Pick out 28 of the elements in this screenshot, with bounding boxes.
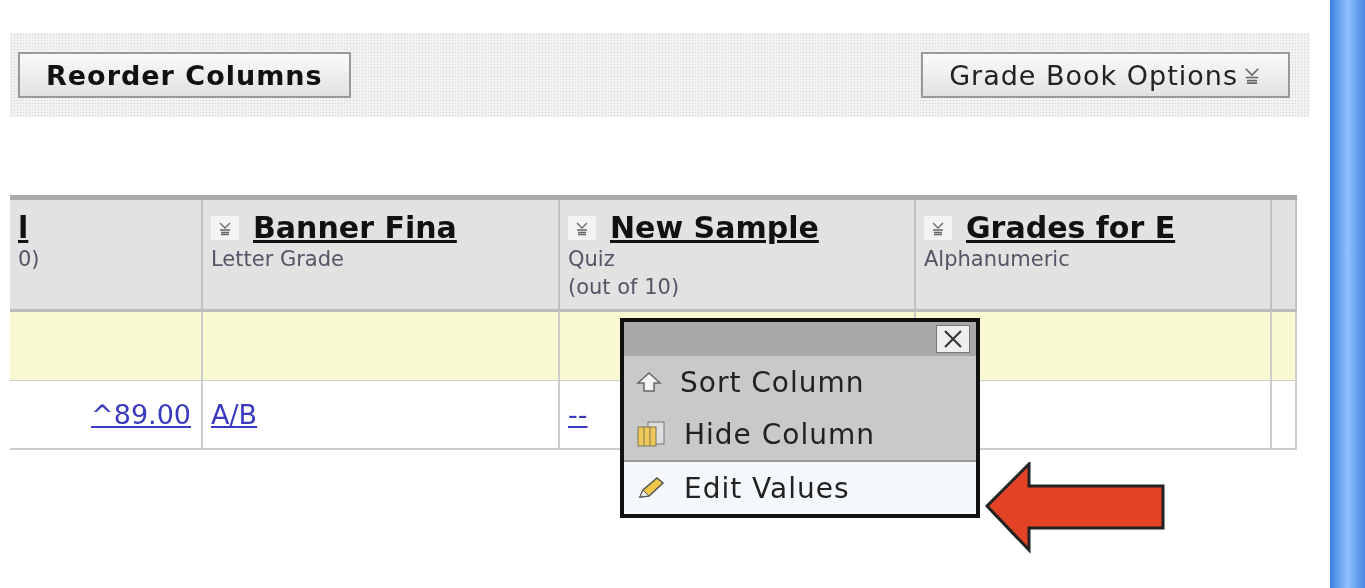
- caret-icon: [1242, 65, 1262, 85]
- column-title-link[interactable]: Banner Fina: [253, 210, 457, 245]
- column-detail: Quiz: [568, 246, 616, 273]
- grade-link[interactable]: ^89.00: [91, 399, 191, 430]
- menu-item[interactable]: Edit Values: [624, 460, 976, 514]
- columns-icon: [636, 420, 666, 448]
- grade-link[interactable]: A/B: [211, 399, 258, 430]
- reorder-button[interactable]: Reorder Columns: [18, 52, 351, 98]
- column-detail: Letter Grade: [211, 246, 345, 273]
- menu-icon[interactable]: [924, 215, 952, 240]
- column-title-link[interactable]: Grades for E: [966, 210, 1176, 245]
- column-detail: 0): [18, 246, 41, 273]
- close-icon: [942, 329, 964, 349]
- menu-item[interactable]: Hide Column: [624, 408, 976, 460]
- column-title-link[interactable]: New Sample: [610, 210, 819, 245]
- grade-link[interactable]: --: [568, 399, 588, 430]
- options-dropdown[interactable]: Grade Book Options: [921, 52, 1290, 98]
- menu-item[interactable]: Sort Column: [624, 356, 976, 408]
- column-detail: (out of 10): [568, 274, 681, 301]
- menu-icon[interactable]: [211, 215, 239, 240]
- column-title-link[interactable]: l: [18, 210, 29, 245]
- highlight-cell: [1272, 312, 1297, 381]
- up-arrow-icon: [636, 371, 662, 393]
- close-button[interactable]: [936, 325, 970, 353]
- column-detail: Alphanumeric: [924, 246, 1071, 273]
- pencil-icon: [636, 475, 666, 501]
- table-cell: [1272, 381, 1297, 450]
- menu-icon[interactable]: [568, 215, 596, 240]
